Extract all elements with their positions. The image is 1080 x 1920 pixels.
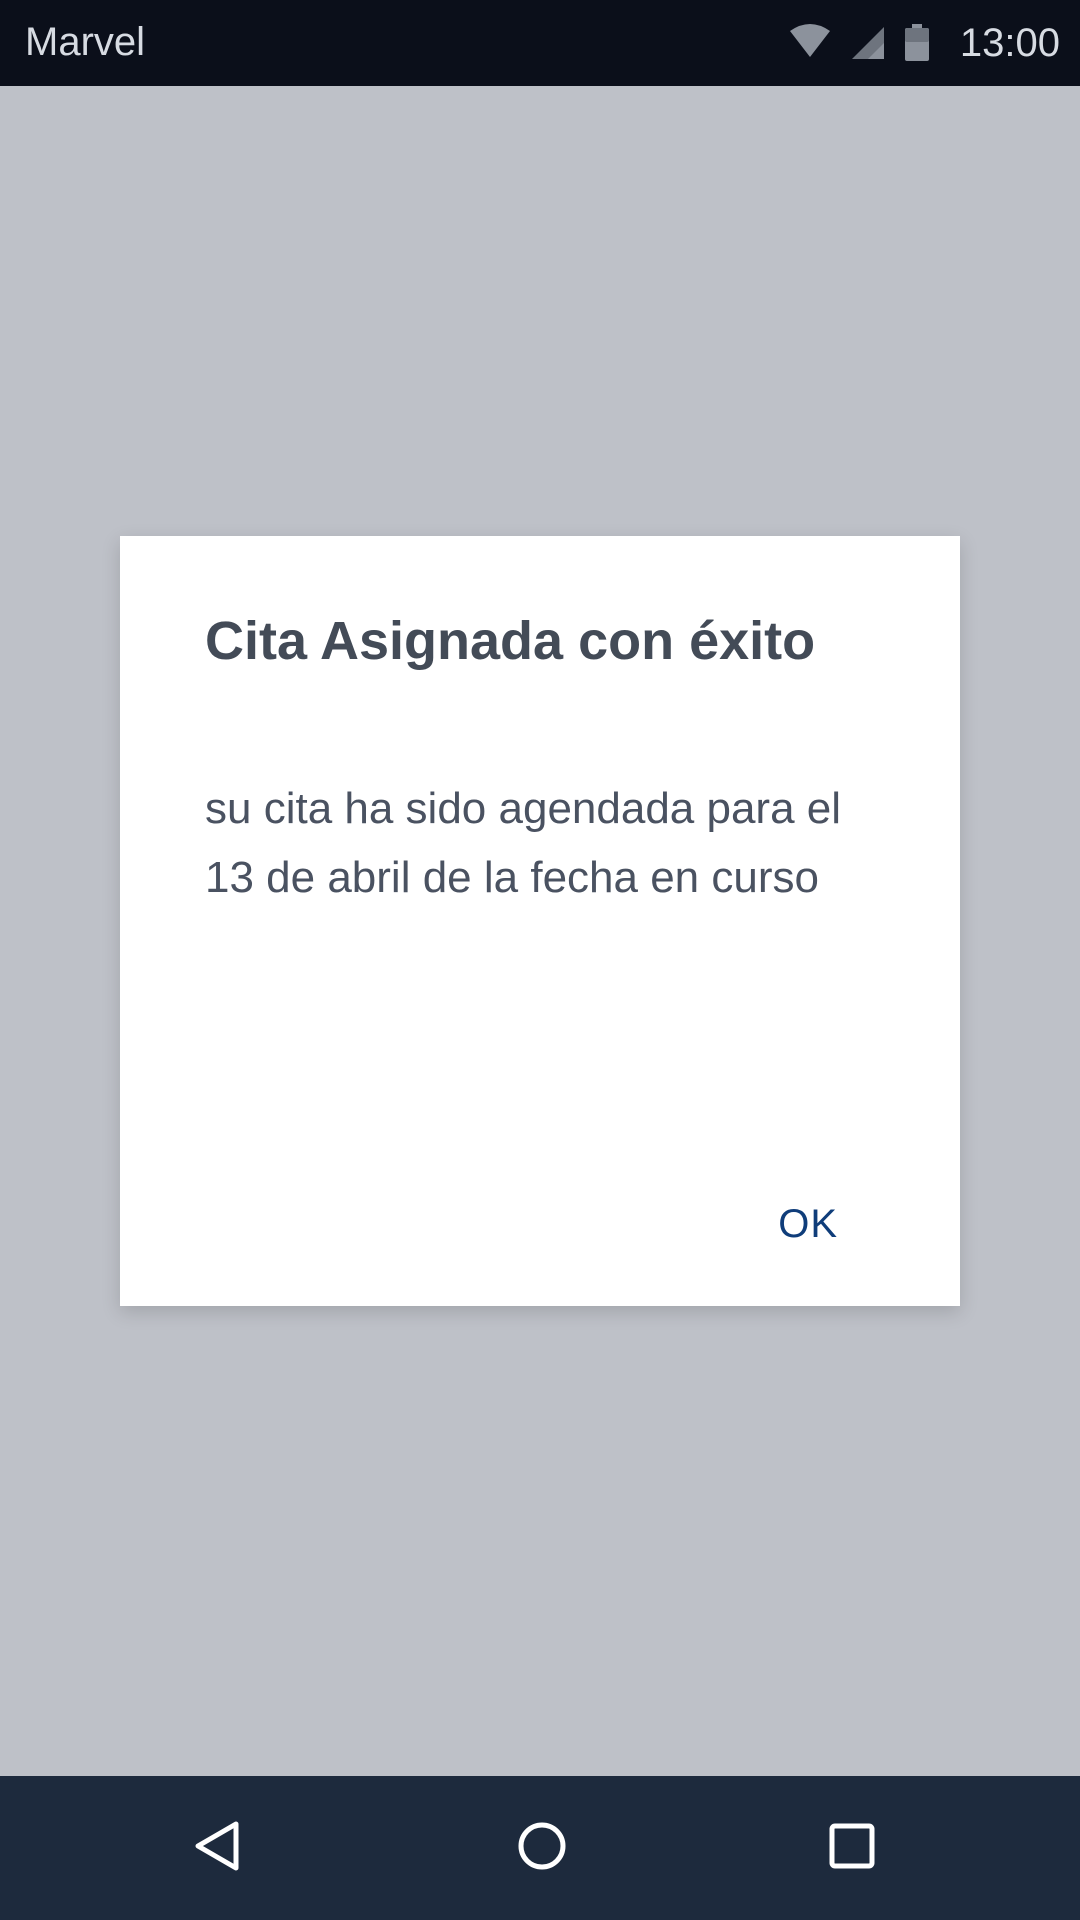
wifi-icon (788, 23, 832, 63)
status-time: 13:00 (959, 21, 1060, 65)
dialog-title: Cita Asignada con éxito (205, 611, 816, 671)
recent-apps-button[interactable] (804, 1800, 900, 1896)
status-icons: 13:00 (788, 0, 1060, 86)
back-button[interactable] (170, 1800, 266, 1896)
status-bar: Marvel 13:00 (0, 0, 1080, 86)
home-icon (512, 1816, 572, 1881)
back-icon (188, 1816, 248, 1881)
signal-icon (850, 25, 886, 61)
recent-apps-icon (822, 1816, 882, 1881)
screen: Marvel 13:00 Cita Asignada con éxito su … (0, 0, 1080, 1920)
success-dialog: Cita Asignada con éxito su cita ha sido … (120, 536, 960, 1306)
battery-icon (904, 24, 930, 62)
navigation-bar (0, 1776, 1080, 1920)
ok-button[interactable]: OK (766, 1194, 850, 1255)
status-app-name: Marvel (25, 20, 146, 64)
dialog-message: su cita ha sido agendada para el 13 de a… (205, 784, 842, 902)
home-button[interactable] (494, 1800, 590, 1896)
